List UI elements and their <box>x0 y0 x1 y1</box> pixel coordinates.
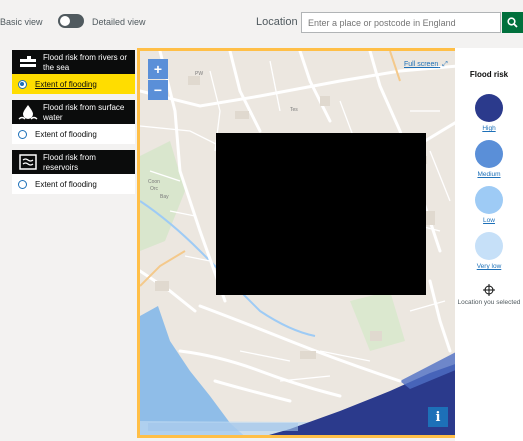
legend-swatch-medium <box>475 140 503 168</box>
full-screen-link[interactable]: Full screen ⤢ <box>404 61 448 69</box>
legend-title: Flood risk <box>469 70 509 79</box>
layer-heading-surface-water: Flood risk from surface water <box>12 100 135 124</box>
search-icon <box>507 17 518 28</box>
street-label: PW <box>195 71 203 77</box>
legend-label-very-low[interactable]: Very low <box>455 263 523 270</box>
crosshair-icon <box>483 284 495 296</box>
layer-title: Flood risk from surface water <box>43 103 125 122</box>
layer-option-surface-water-extent[interactable]: Extent of flooding <box>12 124 135 144</box>
surface-water-icon <box>18 105 38 120</box>
street-label: Orc <box>150 186 159 192</box>
location-search-input[interactable] <box>301 12 501 33</box>
layer-heading-rivers-sea: Flood risk from rivers or the sea <box>12 50 135 74</box>
basic-view-label[interactable]: Basic view <box>0 17 43 27</box>
reservoir-icon <box>19 154 37 170</box>
info-button[interactable]: i <box>428 407 448 427</box>
zoom-out-button[interactable]: − <box>148 80 168 100</box>
expand-icon: ⤢ <box>442 61 448 68</box>
zoom-in-button[interactable]: + <box>148 59 168 79</box>
layer-option-rivers-sea-extent[interactable]: Extent of flooding <box>12 74 135 94</box>
layer-panel: Flood risk from rivers or the sea Extent… <box>12 50 135 194</box>
detailed-view-label[interactable]: Detailed view <box>92 17 146 27</box>
radio-unselected[interactable] <box>18 129 27 139</box>
legend-swatch-very-low <box>475 232 503 260</box>
layer-title: Flood risk from reservoirs <box>43 153 96 172</box>
location-selected-key: Location you selected <box>455 284 523 307</box>
location-selected-label: Location you selected <box>457 299 521 306</box>
river-sea-icon <box>20 56 36 67</box>
legend-item-medium[interactable]: Medium <box>455 140 523 178</box>
option-label: Extent of flooding <box>35 129 97 139</box>
search-button[interactable] <box>502 12 523 33</box>
legend-label-high[interactable]: High <box>455 125 523 132</box>
view-toggle[interactable] <box>58 14 84 28</box>
redacted-area <box>216 133 426 295</box>
option-label: Extent of flooding <box>35 179 97 189</box>
scale-bar <box>148 423 298 431</box>
flood-risk-legend: Flood risk High Medium Low Very low Loca… <box>455 48 523 441</box>
radio-selected[interactable] <box>18 79 27 89</box>
legend-label-low[interactable]: Low <box>455 217 523 224</box>
flood-map[interactable]: Coon Orc Bay Tes PW + − Full screen ⤢ i <box>137 48 455 438</box>
option-label: Extent of flooding <box>35 79 97 89</box>
location-label: Location <box>256 16 298 28</box>
top-bar: Basic view Detailed view Location <box>0 0 523 46</box>
legend-swatch-low <box>475 186 503 214</box>
layer-option-reservoirs-extent[interactable]: Extent of flooding <box>12 174 135 194</box>
street-label: Tes <box>290 107 298 113</box>
radio-unselected[interactable] <box>18 179 27 189</box>
toggle-knob <box>60 16 70 26</box>
legend-item-low[interactable]: Low <box>455 186 523 224</box>
layer-heading-reservoirs: Flood risk from reservoirs <box>12 150 135 174</box>
full-screen-label: Full screen <box>404 61 439 68</box>
street-label: Coon <box>148 179 160 185</box>
legend-swatch-high <box>475 94 503 122</box>
street-label: Bay <box>160 194 169 200</box>
legend-label-medium[interactable]: Medium <box>455 171 523 178</box>
legend-item-very-low[interactable]: Very low <box>455 232 523 270</box>
layer-title: Flood risk from rivers or the sea <box>43 53 128 72</box>
legend-item-high[interactable]: High <box>455 94 523 132</box>
